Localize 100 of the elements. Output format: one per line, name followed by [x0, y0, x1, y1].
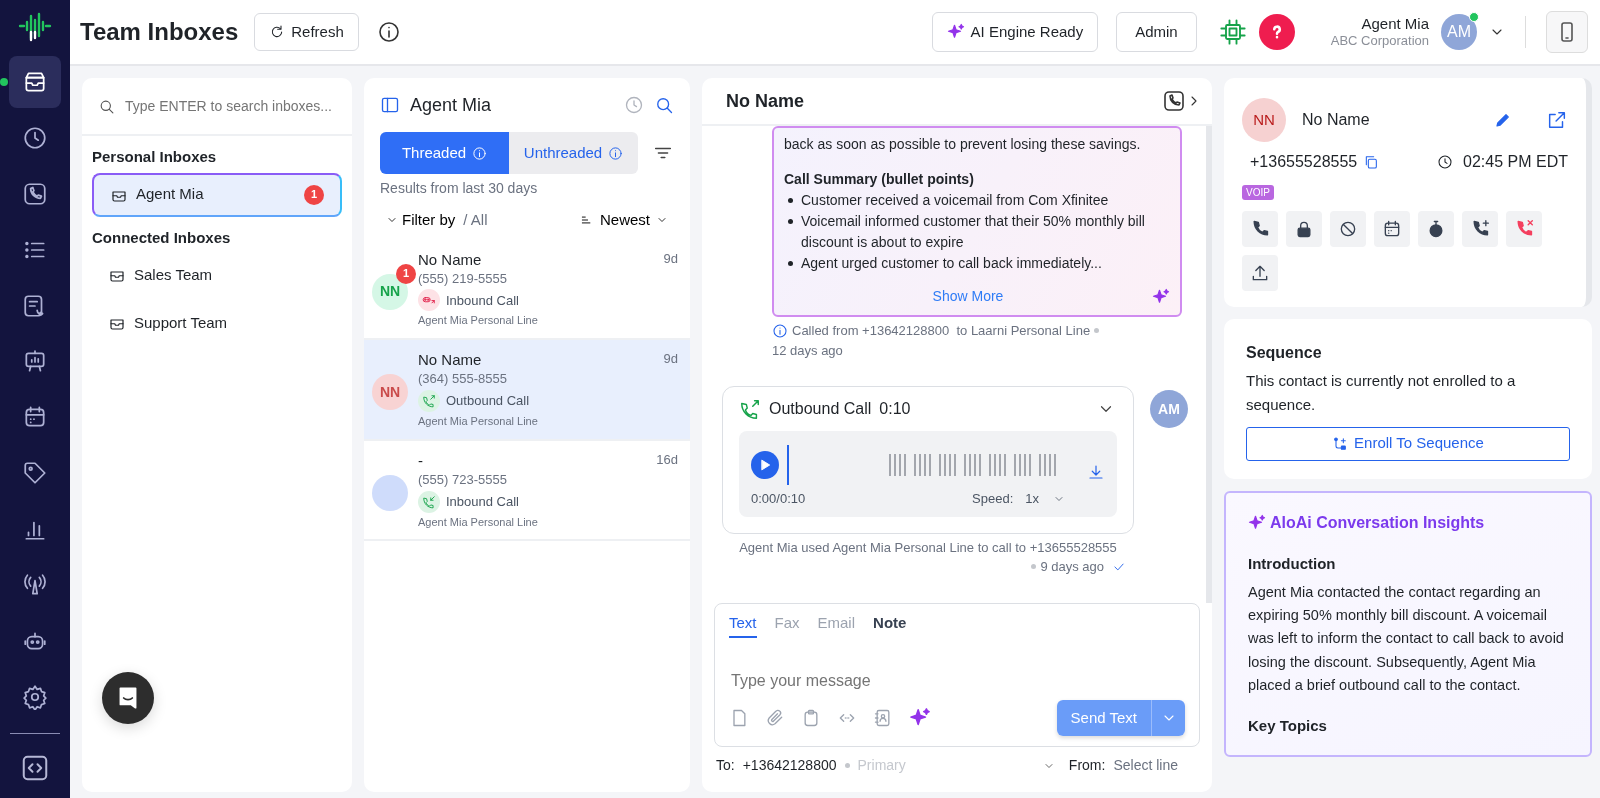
playback-time: 0:00/0:10: [751, 490, 806, 508]
thread-age: 16d: [656, 450, 678, 469]
recipient-number: +13642128800: [742, 756, 837, 775]
info-icon: [772, 322, 788, 339]
agent-avatar: AM: [1150, 390, 1188, 428]
play-icon: [758, 458, 772, 472]
timer-action-button[interactable]: [1418, 210, 1454, 247]
insights-title: AloAi Conversation Insights: [1270, 512, 1485, 533]
phone-panel-button[interactable]: [1546, 11, 1588, 53]
open-external-button[interactable]: [1546, 109, 1568, 131]
contact-avatar: NN: [372, 374, 408, 411]
summary-bullet: Voicemail informed customer that their 50% monthly bill discount is about to expire: [801, 212, 1146, 252]
inbox-item[interactable]: Sales Team: [92, 253, 342, 297]
user-name: Agent Mia: [1360, 15, 1429, 34]
paperclip-icon: [765, 708, 785, 728]
end-call-action-button[interactable]: [1506, 210, 1542, 247]
download-button[interactable]: [1087, 463, 1105, 481]
inbox-group-title: Connected Inboxes: [91, 227, 232, 248]
inbox-item[interactable]: Support Team: [92, 301, 342, 345]
from-label: From:: [1068, 756, 1106, 775]
contact-name: No Name: [1302, 110, 1371, 130]
page-title: Team Inboxes: [80, 17, 239, 47]
refresh-button[interactable]: Refresh: [254, 13, 359, 51]
settings-icon: [22, 684, 48, 711]
contact-avatar: NN: [1242, 98, 1286, 142]
insights-heading: Key Topics: [1248, 715, 1328, 736]
filter-dropdown[interactable]: Filter by / All: [386, 209, 488, 232]
channel-tab[interactable]: Note: [873, 611, 907, 638]
info-icon: [472, 145, 488, 161]
thread-item[interactable]: - 16d (555) 723-5555 Inbound Call Agent Mia Personal Line: [364, 440, 690, 542]
sparkle-icon: [946, 23, 965, 41]
help-button[interactable]: [1258, 14, 1295, 50]
show-more-link[interactable]: Show More: [932, 288, 1004, 304]
contact-phone: (364) 555-8555: [418, 370, 508, 388]
separator-dot: [844, 763, 850, 768]
bullet-dot: [788, 219, 793, 224]
speed-label: Speed:: [972, 490, 1014, 508]
schedule-action-button[interactable]: [1374, 210, 1410, 247]
unread-count: 1: [304, 184, 324, 205]
contact-phone: +13655528555: [1250, 152, 1358, 172]
call-type: Outbound Call: [446, 392, 530, 410]
view-tab[interactable]: Unthreaded: [509, 132, 638, 174]
speed-dropdown[interactable]: 1x: [1025, 489, 1065, 509]
line-name: Agent Mia Personal Line: [418, 413, 539, 429]
inbox-group-title: Personal Inboxes: [91, 147, 218, 167]
pencil-icon: [1494, 111, 1512, 129]
thread-age: 9d: [663, 350, 678, 369]
incoming-call-icon: [422, 494, 436, 509]
inbox-item[interactable]: Agent Mia 1: [92, 172, 342, 217]
call-caption: Agent Mia used Agent Mia Personal Line to call to +13655528555: [738, 538, 1118, 557]
ai-chip-button[interactable]: [1218, 18, 1247, 46]
call-type: Inbound Call: [446, 291, 519, 310]
logo-icon: [18, 12, 52, 42]
bullet-dot: [788, 261, 793, 266]
line-type-tag: VOIP: [1242, 185, 1274, 200]
sort-dropdown[interactable]: Newest: [579, 209, 668, 232]
channel-tab[interactable]: Text: [729, 611, 757, 638]
summary-bullet: Agent urged customer to call back immediately...: [801, 254, 1102, 273]
separator-dot: [1094, 328, 1100, 334]
number-tag: Primary: [857, 755, 906, 776]
contact-phone: (555) 723-5555: [418, 471, 508, 489]
ai-engine-button[interactable]: AI Engine Ready: [931, 12, 1099, 52]
contact-card-icon: [873, 708, 893, 728]
separator-dot: [1031, 564, 1037, 570]
info-button[interactable]: [376, 20, 401, 44]
export-action-button[interactable]: [1242, 254, 1278, 291]
call-button[interactable]: [1162, 89, 1186, 113]
lock-action-button[interactable]: [1286, 210, 1322, 247]
search-button[interactable]: [654, 95, 674, 115]
sidebar-toggle-button[interactable]: [380, 95, 400, 115]
clock-icon: [624, 95, 644, 115]
sequence-icon: [1332, 435, 1349, 452]
copy-icon: [1363, 154, 1380, 170]
user-company: ABC Corporation: [1330, 33, 1429, 49]
play-button[interactable]: [751, 451, 779, 479]
block-action-button[interactable]: [1330, 210, 1366, 247]
info-icon: [608, 145, 624, 161]
enroll-to-sequence-button[interactable]: Enroll To Sequence: [1246, 426, 1570, 461]
call-type: Inbound Call: [446, 492, 519, 511]
conversation-title: No Name: [726, 89, 806, 113]
external-link-icon: [1546, 109, 1568, 131]
admin-button[interactable]: Admin: [1116, 12, 1197, 52]
copy-button[interactable]: [1363, 154, 1380, 170]
summary-bullet: Customer received a voicemail from Com Xfinitee: [801, 191, 1109, 210]
edit-button[interactable]: [1494, 111, 1512, 129]
phone-icon: [1162, 89, 1186, 113]
call-action-button[interactable]: [1242, 210, 1278, 247]
search-icon: [654, 95, 674, 115]
from-line-select[interactable]: Select line: [1113, 755, 1178, 776]
bullet-dot: [788, 198, 793, 203]
view-tab[interactable]: Threaded: [380, 132, 509, 174]
thread-item[interactable]: NN No Name 9d (364) 555-8555 Outbound Call Agent Mia Personal Line: [364, 340, 690, 441]
insights-text: Agent Mia contacted the contact regarding an expiring 50% monthly bill discount. A voicemail was left to inform the contact to call back to avoid losing the discount. Subsequently, Agent Mia placed a brief outbound call to the contact.: [1248, 583, 1565, 695]
sparkle-icon: [1152, 287, 1170, 306]
sidebar-icon: [380, 95, 400, 115]
outgoing-call-icon: [422, 393, 436, 408]
outgoing-call-icon: [739, 398, 761, 420]
calendar-icon: [1382, 218, 1402, 239]
phone-icon: [22, 180, 48, 207]
add-call-action-button[interactable]: [1462, 210, 1498, 247]
